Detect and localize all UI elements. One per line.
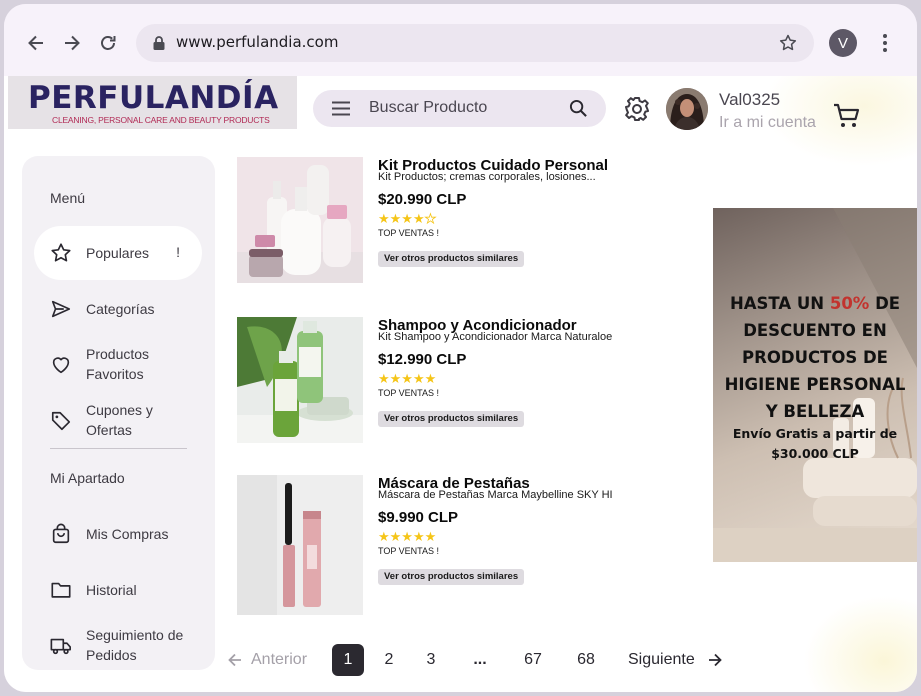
forward-icon[interactable]	[61, 32, 83, 54]
page-68[interactable]: 68	[572, 644, 600, 676]
product-description: Kit Shampoo y Acondicionador Marca Natur…	[378, 331, 613, 343]
browser-toolbar: www.perfulandia.com V	[4, 4, 917, 76]
search-input[interactable]: Buscar Producto	[369, 99, 487, 117]
rating-stars: ★★★★★	[378, 211, 437, 226]
menu-icon[interactable]	[331, 101, 351, 116]
url-text: www.perfulandia.com	[176, 33, 339, 51]
decorative-glow	[804, 596, 917, 692]
product-description: Máscara de Pestañas Marca Maybelline SKY…	[378, 489, 613, 501]
product-price: $12.990 CLP	[378, 351, 467, 368]
similar-products-button[interactable]: Ver otros productos similares	[378, 251, 525, 267]
page-3[interactable]: 3	[422, 644, 440, 676]
address-bar[interactable]: www.perfulandia.com	[136, 24, 814, 62]
product-image[interactable]	[237, 475, 363, 615]
pagination-next[interactable]: Siguiente	[628, 644, 695, 676]
sidebar-item-label: Mis Compras	[86, 526, 169, 542]
sidebar-item-favoritos[interactable]: Productos Favoritos	[34, 338, 202, 392]
sidebar-item-cupones[interactable]: Cupones y Ofertas	[34, 394, 202, 448]
tag-icon	[51, 411, 71, 431]
product-image[interactable]	[237, 317, 363, 443]
pagination-prev[interactable]: Anterior	[251, 644, 307, 676]
folder-icon	[51, 582, 71, 598]
product-price: $20.990 CLP	[378, 191, 467, 208]
web-page: PERFULANDÍA CLEANING, PERSONAL CARE AND …	[4, 76, 917, 692]
sidebar-heading-menu: Menú	[50, 190, 86, 206]
page-67[interactable]: 67	[520, 644, 546, 676]
sidebar-item-label: Categorías	[86, 301, 155, 317]
star-icon	[51, 243, 71, 262]
site-logo[interactable]: PERFULANDÍA CLEANING, PERSONAL CARE AND …	[8, 76, 297, 129]
reload-icon[interactable]	[97, 32, 119, 54]
banner-subtext: Envío Gratis a partir de $30.000 CLP	[732, 426, 898, 461]
banner-headline: HASTA UN 50% DE DESCUENTO EN PRODUCTOS D…	[724, 294, 906, 421]
product-image[interactable]	[237, 157, 363, 283]
popular-badge: !	[176, 244, 180, 260]
send-icon	[51, 300, 71, 318]
sidebar-item-label: Populares	[86, 245, 150, 261]
page-ellipsis: ...	[473, 651, 487, 668]
shopping-cart-icon[interactable]	[833, 103, 861, 129]
sidebar-item-categorias[interactable]: Categorías	[34, 282, 202, 336]
brand-tagline: CLEANING, PERSONAL CARE AND BEAUTY PRODU…	[52, 115, 270, 125]
rating-stars: ★★★★★	[378, 371, 437, 386]
sidebar-divider	[50, 448, 187, 449]
page-1[interactable]: 1	[332, 644, 364, 676]
top-sales-badge: TOP VENTAS !	[378, 388, 440, 398]
sidebar-item-populares[interactable]: Populares !	[34, 226, 202, 280]
product-card[interactable]: Máscara de Pestañas Máscara de Pestañas …	[237, 475, 677, 615]
truck-icon	[50, 638, 71, 655]
shopping-bag-icon	[52, 523, 70, 544]
top-sales-badge: TOP VENTAS !	[378, 228, 440, 238]
product-price: $9.990 CLP	[378, 509, 459, 526]
arrow-left-icon	[228, 653, 241, 667]
search-icon[interactable]	[569, 99, 588, 118]
sidebar: Menú Populares ! Categorías Productos Fa…	[22, 156, 215, 670]
sidebar-item-label: Historial	[86, 582, 137, 598]
similar-products-button[interactable]: Ver otros productos similares	[378, 569, 525, 585]
account-link[interactable]: Ir a mi cuenta	[719, 114, 816, 132]
sidebar-item-historial[interactable]: Historial	[34, 563, 202, 617]
sidebar-item-label: Cupones y Ofertas	[86, 402, 153, 438]
sidebar-heading-mi-apartado: Mi Apartado	[50, 470, 125, 486]
back-icon[interactable]	[25, 32, 47, 54]
top-sales-badge: TOP VENTAS !	[378, 546, 440, 556]
username[interactable]: Val0325	[719, 90, 780, 110]
product-card[interactable]: Shampoo y Acondicionador Kit Shampoo y A…	[237, 317, 677, 457]
brand-name: PERFULANDÍA	[28, 80, 279, 116]
settings-gear-icon[interactable]	[623, 95, 651, 123]
arrow-right-icon[interactable]	[708, 653, 722, 667]
lock-icon	[153, 36, 165, 50]
product-card[interactable]: Kit Productos Cuidado Personal Kit Produ…	[237, 157, 677, 297]
heart-icon	[52, 357, 70, 374]
profile-avatar[interactable]: V	[829, 29, 857, 57]
rating-stars: ★★★★★	[378, 529, 437, 544]
search-bar[interactable]: Buscar Producto	[313, 90, 606, 127]
more-vert-icon[interactable]	[876, 32, 894, 54]
similar-products-button[interactable]: Ver otros productos similares	[378, 411, 525, 427]
page-2[interactable]: 2	[380, 644, 398, 676]
sidebar-item-label: Productos Favoritos	[86, 346, 150, 382]
product-description: Kit Productos; cremas corporales, losion…	[378, 171, 596, 183]
user-avatar[interactable]	[666, 88, 708, 130]
browser-window: www.perfulandia.com V PERFULANDÍA CLEANI…	[4, 4, 917, 692]
sidebar-item-mis-compras[interactable]: Mis Compras	[34, 507, 202, 561]
bookmark-star-icon[interactable]	[778, 33, 798, 53]
sidebar-item-label: Seguimiento de Pedidos	[86, 627, 184, 663]
sidebar-item-seguimiento[interactable]: Seguimiento de Pedidos	[34, 619, 202, 673]
promo-banner[interactable]: HASTA UN 50% DE DESCUENTO EN PRODUCTOS D…	[713, 208, 917, 562]
